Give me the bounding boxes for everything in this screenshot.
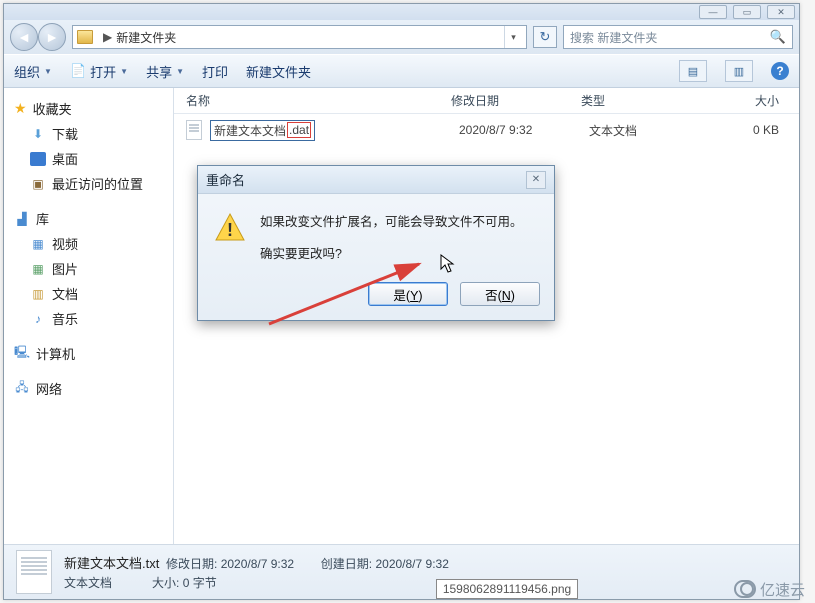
dialog-question: 确实要更改吗? — [260, 244, 523, 264]
maximize-button[interactable]: ▭ — [733, 5, 761, 19]
open-menu[interactable]: 📄打开▼ — [70, 62, 128, 81]
library-icon: ▟ — [14, 212, 30, 226]
details-filename: 新建文本文档.txt — [64, 556, 159, 571]
view-mode-button[interactable]: ▤ — [679, 60, 707, 82]
computer-icon: 🖳 — [14, 347, 30, 361]
organize-menu[interactable]: 组织▼ — [14, 62, 52, 81]
window-titlebar: — ▭ ✕ — [4, 4, 799, 20]
nav-history: ◄ ► — [10, 23, 66, 51]
col-date[interactable]: 修改日期 — [451, 92, 581, 109]
details-type: 文本文档 — [64, 576, 112, 590]
rename-basename: 新建文本文档 — [214, 122, 286, 139]
details-size-value: 0 字节 — [183, 576, 217, 590]
print-button[interactable]: 打印 — [202, 62, 228, 81]
sidebar-item-recent[interactable]: ▣最近访问的位置 — [12, 171, 169, 196]
rename-extension: .dat — [287, 122, 311, 138]
details-size-label: 大小: — [152, 576, 179, 590]
close-button[interactable]: ✕ — [767, 5, 795, 19]
details-mod-value: 2020/8/7 9:32 — [221, 557, 294, 571]
dialog-body: ! 如果改变文件扩展名，可能会导致文件不可用。 确实要更改吗? — [198, 194, 554, 274]
share-menu[interactable]: 共享▼ — [146, 62, 184, 81]
yes-button[interactable]: 是(Y) — [368, 282, 448, 306]
help-button[interactable]: ? — [771, 62, 789, 80]
folder-icon — [77, 30, 93, 44]
video-icon: ▦ — [30, 237, 46, 251]
nav-sidebar: ★收藏夹 ⬇下载 桌面 ▣最近访问的位置 ▟库 ▦视频 ▦图片 ▥文档 ♪音乐 … — [4, 88, 174, 544]
nav-back-button[interactable]: ◄ — [10, 23, 38, 51]
details-mod-label: 修改日期: — [166, 557, 217, 571]
sidebar-libraries[interactable]: ▟库 — [12, 206, 169, 231]
sidebar-item-pictures[interactable]: ▦图片 — [12, 256, 169, 281]
dialog-message: 如果改变文件扩展名，可能会导致文件不可用。 — [260, 212, 523, 232]
nav-forward-button[interactable]: ► — [38, 23, 66, 51]
search-input[interactable]: 搜索 新建文件夹 🔍 — [563, 25, 793, 49]
breadcrumb-sep-icon: ▶ — [103, 30, 112, 44]
dialog-title-text: 重命名 — [206, 170, 245, 189]
search-placeholder: 搜索 新建文件夹 — [570, 29, 657, 46]
toolbar: 组织▼ 📄打开▼ 共享▼ 打印 新建文件夹 ▤ ▥ ? — [4, 54, 799, 88]
breadcrumb-folder[interactable]: 新建文件夹 — [116, 29, 176, 46]
refresh-button[interactable]: ↻ — [533, 26, 557, 48]
details-file-icon — [16, 550, 52, 594]
search-icon: 🔍 — [770, 29, 786, 45]
no-button[interactable]: 否(N) — [460, 282, 540, 306]
file-size: 0 KB — [699, 123, 799, 137]
file-icon — [186, 120, 202, 140]
sidebar-item-desktop[interactable]: 桌面 — [12, 146, 169, 171]
download-icon: ⬇ — [30, 127, 46, 141]
document-icon: ▥ — [30, 287, 46, 301]
col-name[interactable]: 名称 — [186, 92, 451, 109]
dialog-titlebar: 重命名 ✕ — [198, 166, 554, 194]
sidebar-item-downloads[interactable]: ⬇下载 — [12, 121, 169, 146]
preview-pane-button[interactable]: ▥ — [725, 60, 753, 82]
details-pane: 新建文本文档.txt 修改日期: 2020/8/7 9:32 创建日期: 202… — [4, 544, 799, 599]
explorer-window: — ▭ ✕ ◄ ► ▶ 新建文件夹 ▾ ↻ 搜索 新建文件夹 🔍 组织▼ 📄打开… — [3, 3, 800, 600]
desktop-icon — [30, 152, 46, 166]
dialog-close-button[interactable]: ✕ — [526, 171, 546, 189]
column-header-row: 名称 修改日期 类型 大小 — [174, 88, 799, 114]
recent-icon: ▣ — [30, 177, 46, 191]
picture-icon: ▦ — [30, 262, 46, 276]
file-type: 文本文档 — [589, 122, 699, 139]
details-create-value: 2020/8/7 9:32 — [375, 557, 448, 571]
network-icon: 🖧 — [14, 382, 30, 396]
sidebar-computer[interactable]: 🖳计算机 — [12, 341, 169, 366]
warning-icon: ! — [214, 212, 246, 244]
file-row[interactable]: 新建文本文档.dat 2020/8/7 9:32 文本文档 0 KB — [174, 114, 799, 146]
star-icon: ★ — [14, 100, 27, 117]
dialog-button-row: 是(Y) 否(N) — [198, 274, 554, 320]
col-type[interactable]: 类型 — [581, 92, 691, 109]
sidebar-network[interactable]: 🖧网络 — [12, 376, 169, 401]
minimize-button[interactable]: — — [699, 5, 727, 19]
address-dropdown-icon[interactable]: ▾ — [504, 26, 522, 48]
file-date: 2020/8/7 9:32 — [459, 123, 589, 137]
sidebar-item-videos[interactable]: ▦视频 — [12, 231, 169, 256]
sidebar-item-music[interactable]: ♪音乐 — [12, 306, 169, 331]
col-size[interactable]: 大小 — [691, 92, 799, 109]
svg-text:!: ! — [227, 220, 233, 240]
sidebar-favorites[interactable]: ★收藏夹 — [12, 96, 169, 121]
new-folder-button[interactable]: 新建文件夹 — [246, 62, 311, 81]
address-bar[interactable]: ▶ 新建文件夹 ▾ — [72, 25, 527, 49]
music-icon: ♪ — [30, 312, 46, 326]
rename-input[interactable]: 新建文本文档.dat — [210, 120, 315, 141]
sidebar-item-documents[interactable]: ▥文档 — [12, 281, 169, 306]
nav-row: ◄ ► ▶ 新建文件夹 ▾ ↻ 搜索 新建文件夹 🔍 — [4, 20, 799, 54]
rename-dialog: 重命名 ✕ ! 如果改变文件扩展名，可能会导致文件不可用。 确实要更改吗? 是(… — [197, 165, 555, 321]
details-create-label: 创建日期: — [321, 557, 372, 571]
